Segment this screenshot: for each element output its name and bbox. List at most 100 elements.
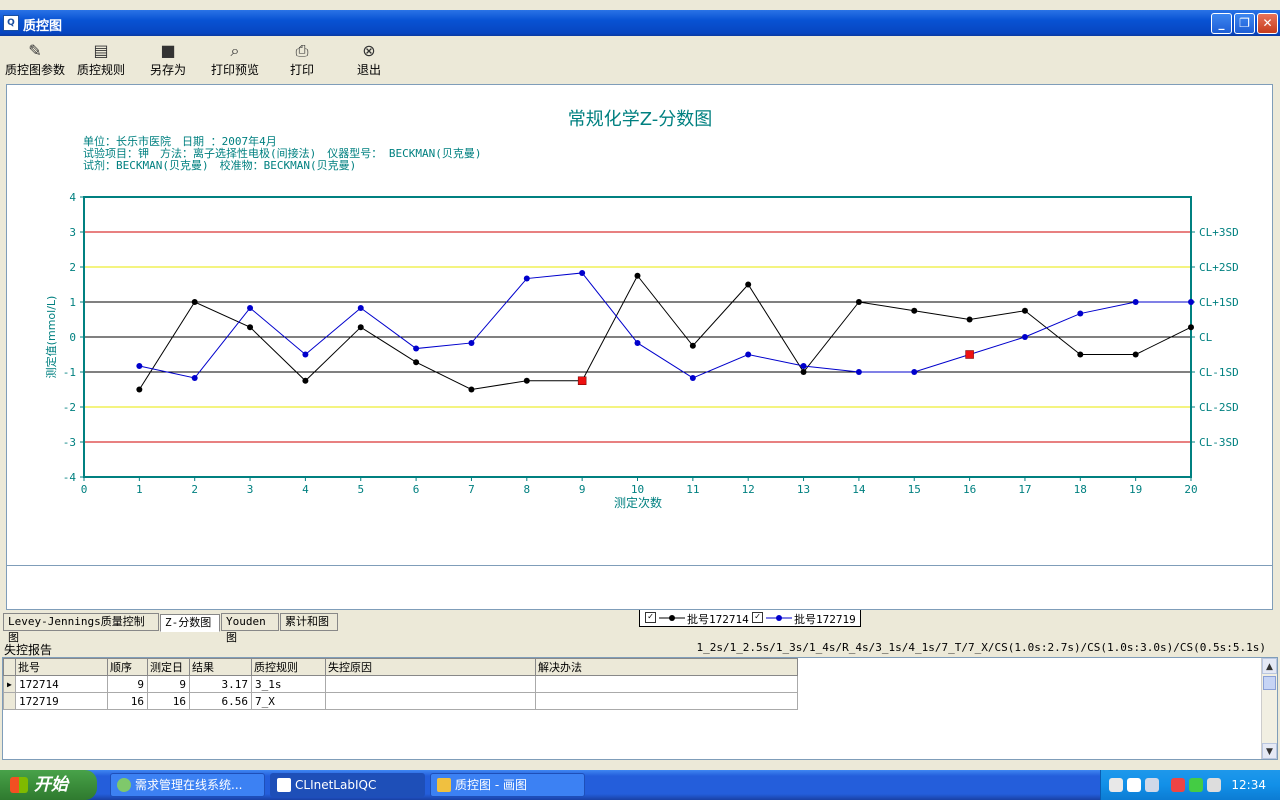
right-sd-label: CL+3SD xyxy=(1199,226,1239,239)
data-point xyxy=(966,316,973,323)
data-point xyxy=(911,307,918,314)
system-tray: 12:34 xyxy=(1100,770,1280,800)
scroll-up-icon[interactable]: ▲ xyxy=(1262,658,1277,674)
security-icon[interactable] xyxy=(1189,778,1203,792)
taskbar: 开始 需求管理在线系统... CLInetLabIQC 质控图 - 画图 12:… xyxy=(0,770,1280,800)
column-header-reason[interactable]: 失控原因 xyxy=(325,658,536,676)
chart-legend: ✓ 批号172714 ✓ 批号172719 xyxy=(639,608,861,627)
cell-lot[interactable]: 172719 xyxy=(15,692,108,710)
restore-button[interactable]: ❐ xyxy=(1234,13,1255,34)
row-indicator-current[interactable]: ▶ xyxy=(3,675,16,693)
toolbar: ✎ 质控图参数 ▤ 质控规则 ■ 另存为 ⌕ 打印预览 ⎙ 打印 ⊗ 退出 xyxy=(0,38,1280,82)
report-table: 批号 顺序 测定日 结果 质控规则 失控原因 解决办法 ▶ 172714 9 9… xyxy=(3,658,798,710)
x-tick-label: 16 xyxy=(963,483,976,496)
print-preview-button[interactable]: ⌕ 打印预览 xyxy=(209,40,261,80)
cell-day[interactable]: 9 xyxy=(147,675,190,693)
legend-checkbox-172714[interactable]: ✓ xyxy=(645,612,656,623)
data-point xyxy=(1021,334,1028,340)
chart-params-button[interactable]: ✎ 质控图参数 xyxy=(4,40,66,80)
scroll-down-icon[interactable]: ▼ xyxy=(1262,743,1277,759)
cell-rule[interactable]: 7_X xyxy=(251,692,326,710)
qc-rules-button[interactable]: ▤ 质控规则 xyxy=(76,40,126,80)
x-tick-label: 15 xyxy=(908,483,921,496)
data-point xyxy=(191,374,198,381)
header-reagent-line: 试剂：BECKMAN(贝克曼) 校准物：BECKMAN(贝克曼) xyxy=(83,158,356,172)
close-button[interactable]: ✕ xyxy=(1257,13,1278,34)
header-item-line: 试验项目：钾 方法：离子选择性电极(间接法) 仪器型号： BECKMAN(贝克曼… xyxy=(83,146,481,160)
tab-youden[interactable]: Youden图 xyxy=(221,613,279,644)
magnifier-page-icon: ⌕ xyxy=(230,41,240,60)
z-score-chart: 常规化学Z-分数图 单位：长乐市医院 日期 ：2007年4月 试验项目：钾 方法… xyxy=(44,109,1239,510)
data-point xyxy=(247,304,254,311)
save-as-button[interactable]: ■ 另存为 xyxy=(148,40,188,80)
x-tick-label: 3 xyxy=(247,483,254,496)
y-tick-label: 1 xyxy=(69,296,76,309)
data-point xyxy=(689,374,696,381)
right-sd-label: CL+2SD xyxy=(1199,261,1239,274)
app-icon xyxy=(277,778,291,792)
chart-params-label: 质控图参数 xyxy=(4,63,65,77)
data-point xyxy=(468,386,475,393)
data-point xyxy=(1132,351,1139,358)
data-point xyxy=(468,339,475,346)
vertical-scrollbar[interactable]: ▲ ▼ xyxy=(1261,658,1277,759)
cell-result[interactable]: 6.56 xyxy=(189,692,252,710)
taskbar-item-paint[interactable]: 质控图 - 画图 xyxy=(430,773,585,797)
help-icon[interactable] xyxy=(1127,778,1141,792)
start-label: 开始 xyxy=(34,775,68,795)
cell-result[interactable]: 3.17 xyxy=(189,675,252,693)
data-point xyxy=(413,345,420,352)
tab-z-score[interactable]: Z-分数图 xyxy=(160,614,220,632)
data-point xyxy=(800,369,807,375)
column-header-solution[interactable]: 解决办法 xyxy=(535,658,798,676)
y-tick-label: -2 xyxy=(63,401,76,414)
row-indicator[interactable] xyxy=(3,692,16,710)
data-point xyxy=(1188,324,1194,331)
volume-icon[interactable] xyxy=(1207,778,1221,792)
title-bar[interactable]: Q 质控图 _ ❐ ✕ xyxy=(0,10,1280,36)
data-point xyxy=(1188,299,1194,305)
ime-icon[interactable] xyxy=(1145,778,1159,792)
x-axis-label: 测定次数 xyxy=(614,495,662,510)
cell-day[interactable]: 16 xyxy=(147,692,190,710)
cell-reason[interactable] xyxy=(325,692,536,710)
tab-cusum[interactable]: 累计和图 xyxy=(280,613,338,631)
y-tick-label: 2 xyxy=(69,261,76,274)
x-tick-label: 2 xyxy=(191,483,198,496)
table-row[interactable]: 172719 16 16 6.56 7_X xyxy=(3,692,798,710)
cell-reason[interactable] xyxy=(325,675,536,693)
y-tick-label: 4 xyxy=(69,191,76,204)
qc-chart-window: Q 质控图 _ ❐ ✕ ✎ 质控图参数 ▤ 质控规则 ■ 另存为 ⌕ 打印预览 … xyxy=(0,0,1280,770)
x-tick-label: 4 xyxy=(302,483,309,496)
cell-solution[interactable] xyxy=(535,692,798,710)
cell-solution[interactable] xyxy=(535,675,798,693)
cell-seq[interactable]: 16 xyxy=(107,692,148,710)
x-tick-label: 13 xyxy=(797,483,810,496)
tab-levey-jennings[interactable]: Levey-Jennings质量控制图 xyxy=(3,613,159,644)
network-icon[interactable] xyxy=(1171,778,1185,792)
exit-button[interactable]: ⊗ 退出 xyxy=(355,40,383,80)
scroll-thumb[interactable] xyxy=(1263,676,1276,690)
column-header-result[interactable]: 结果 xyxy=(189,658,252,676)
right-sd-label: CL-1SD xyxy=(1199,366,1239,379)
cell-lot[interactable]: 172714 xyxy=(15,675,108,693)
minimize-button[interactable]: _ xyxy=(1211,13,1232,34)
data-point xyxy=(689,342,696,349)
taskbar-item-requirements[interactable]: 需求管理在线系统... xyxy=(110,773,265,797)
cell-rule[interactable]: 3_1s xyxy=(251,675,326,693)
data-point xyxy=(413,359,420,366)
cell-seq[interactable]: 9 xyxy=(107,675,148,693)
print-button[interactable]: ⎙ 打印 xyxy=(288,40,316,80)
table-row[interactable]: ▶ 172714 9 9 3.17 3_1s xyxy=(3,675,798,693)
taskbar-item-clinetlabiqc[interactable]: CLInetLabIQC xyxy=(270,773,425,797)
column-header-lot[interactable]: 批号 xyxy=(15,658,108,676)
column-header-seq[interactable]: 顺序 xyxy=(107,658,148,676)
keyboard-icon[interactable] xyxy=(1109,778,1123,792)
column-header-day[interactable]: 测定日 xyxy=(147,658,190,676)
x-tick-label: 18 xyxy=(1074,483,1087,496)
legend-checkbox-172719[interactable]: ✓ xyxy=(752,612,763,623)
paint-icon xyxy=(437,778,451,792)
start-button[interactable]: 开始 xyxy=(0,770,97,800)
column-header-rule[interactable]: 质控规则 xyxy=(251,658,326,676)
list-icon: ▤ xyxy=(93,41,109,60)
